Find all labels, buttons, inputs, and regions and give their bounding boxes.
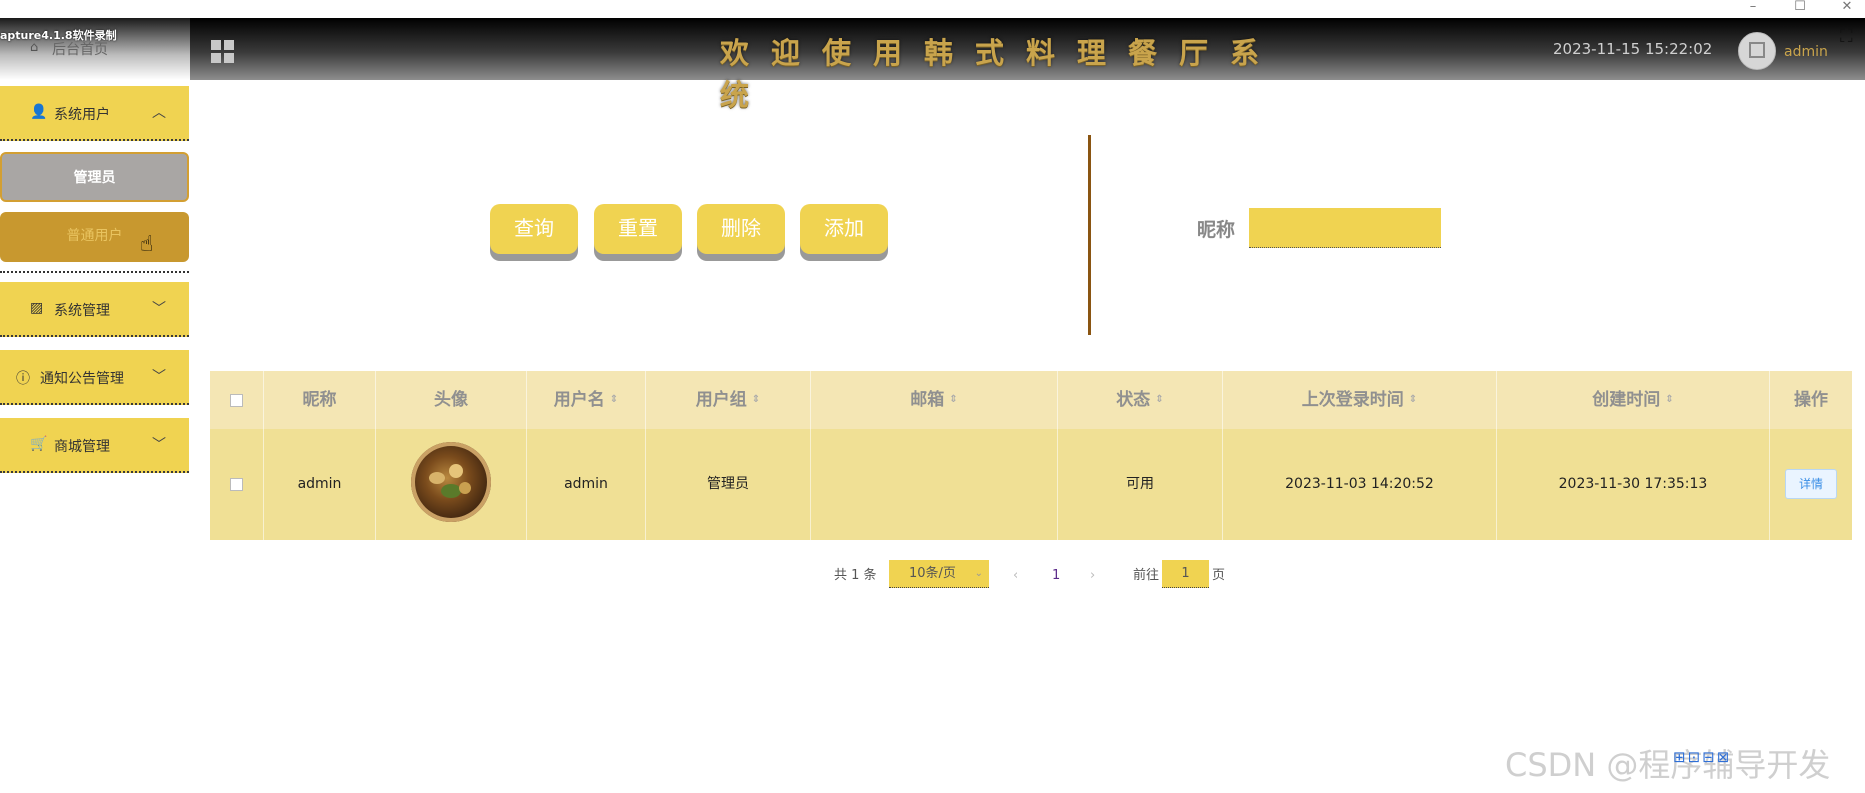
chevron-down-icon: ﹀ xyxy=(152,437,166,453)
cell-status: 可用 xyxy=(1058,429,1223,540)
cart-icon: 🛒 xyxy=(30,436,48,452)
header-created[interactable]: 创建时间 ⇕ xyxy=(1497,371,1770,429)
reset-button[interactable]: 重置 xyxy=(594,204,682,254)
sidebar: 👤 系统用户 ︿ 管理员 普通用户 ▨ 系统管理 ﹀ ⓘ 通知公告管理 ﹀ 🛒 … xyxy=(0,80,190,793)
header-username[interactable]: 用户名 ⇕ xyxy=(527,371,646,429)
header-datetime: 2023-11-15 15:22:02 xyxy=(1553,40,1713,58)
header-avatar: 头像 xyxy=(376,371,527,429)
avatar xyxy=(411,442,491,522)
sidebar-group-system-users[interactable]: 👤 系统用户 ︿ xyxy=(0,86,189,141)
fullscreen-icon[interactable]: ⛶ xyxy=(1840,26,1853,47)
goto-prefix: 前往 xyxy=(1133,568,1160,583)
header-username[interactable]: admin xyxy=(1784,44,1828,60)
sidebar-group-label: 商城管理 xyxy=(54,439,110,455)
minimize-icon[interactable]: – xyxy=(1741,0,1765,18)
sidebar-group-label: 通知公告管理 xyxy=(40,371,124,387)
header-actions: 操作 xyxy=(1794,390,1828,410)
hand-cursor-icon: ☝ xyxy=(140,232,154,257)
goto-page-input[interactable]: 1 xyxy=(1162,560,1209,588)
page-size-select[interactable]: 10条/页 ⌄ xyxy=(889,560,989,588)
sidebar-group-shop-management[interactable]: 🛒 商城管理 ﹀ xyxy=(0,418,189,473)
header-group[interactable]: 用户组 ⇕ xyxy=(646,371,811,429)
delete-button[interactable]: 删除 xyxy=(697,204,785,254)
header-nickname: 昵称 xyxy=(264,371,376,429)
sidebar-group-notice-management[interactable]: ⓘ 通知公告管理 ﹀ xyxy=(0,350,189,405)
pagination-total: 共 1 条 xyxy=(834,568,877,583)
add-button[interactable]: 添加 xyxy=(800,204,888,254)
divider xyxy=(0,271,189,273)
page-title: 欢迎使用韩式料理餐厅系统 xyxy=(720,36,1282,112)
header-email[interactable]: 邮箱 ⇕ xyxy=(811,371,1058,429)
image-icon xyxy=(1749,42,1765,58)
sort-icon[interactable]: ⇕ xyxy=(1155,394,1163,405)
close-icon[interactable]: ✕ xyxy=(1835,0,1859,18)
nickname-search-input[interactable] xyxy=(1249,208,1441,248)
info-icon: ⓘ xyxy=(16,371,30,387)
chevron-down-icon: ⌄ xyxy=(974,568,983,579)
cell-group: 管理员 xyxy=(646,429,811,540)
sort-icon[interactable]: ⇕ xyxy=(1409,394,1417,405)
chevron-up-icon: ︿ xyxy=(152,105,166,121)
sidebar-item-admin[interactable]: 管理员 xyxy=(0,152,189,202)
image-icon: ▨ xyxy=(30,300,44,316)
goto-suffix: 页 xyxy=(1212,568,1226,583)
sort-icon[interactable]: ⇕ xyxy=(1665,394,1673,405)
query-button[interactable]: 查询 xyxy=(490,204,578,254)
menu-grid-icon[interactable] xyxy=(211,40,235,64)
prev-page-icon[interactable]: ‹ xyxy=(1013,563,1018,589)
row-checkbox[interactable] xyxy=(230,477,243,491)
cell-email xyxy=(811,429,1058,540)
recorder-label: apture4.1.8软件录制 xyxy=(0,29,117,42)
cell-last-login: 2023-11-03 14:20:52 xyxy=(1223,429,1497,540)
vertical-divider xyxy=(1088,135,1091,335)
select-all-cell xyxy=(210,371,264,429)
window-titlebar: – ☐ ✕ xyxy=(0,0,1865,18)
header-last-login[interactable]: 上次登录时间 ⇕ xyxy=(1223,371,1497,429)
sort-icon[interactable]: ⇕ xyxy=(752,394,760,405)
row-select-cell xyxy=(210,429,264,540)
header-status[interactable]: 状态 ⇕ xyxy=(1058,371,1223,429)
page-size-value: 10条/页 xyxy=(909,566,956,581)
sort-icon[interactable]: ⇕ xyxy=(949,394,957,405)
chevron-down-icon: ﹀ xyxy=(152,301,166,317)
sidebar-group-system-management[interactable]: ▨ 系统管理 ﹀ xyxy=(0,282,189,337)
nickname-label: 昵称 xyxy=(1197,219,1236,241)
cell-nickname: admin xyxy=(264,429,376,540)
maximize-icon[interactable]: ☐ xyxy=(1788,0,1812,18)
table-row: admin admin 管理员 可用 2023-11-03 14:20:52 2… xyxy=(210,429,1852,540)
next-page-icon[interactable]: › xyxy=(1090,563,1095,589)
sidebar-item-normal-user[interactable]: 普通用户 xyxy=(0,212,189,262)
watermark: CSDN @程序辅导开发 xyxy=(1505,746,1831,784)
select-all-checkbox[interactable] xyxy=(230,393,243,407)
page-number-current[interactable]: 1 xyxy=(1052,563,1060,589)
system-tray-icons: ⊞⊡⊟⊠ xyxy=(1673,748,1732,766)
detail-button[interactable]: 详情 xyxy=(1785,469,1837,499)
user-avatar[interactable] xyxy=(1738,32,1776,70)
sidebar-group-label: 系统管理 xyxy=(54,303,110,319)
sidebar-group-label: 系统用户 xyxy=(54,107,110,123)
table-header: 昵称 头像 用户名 ⇕ 用户组 ⇕ 邮箱 ⇕ 状态 ⇕ 上次登录时间 ⇕ 创建时间 ⇕ 操作 xyxy=(210,371,1852,429)
chevron-down-icon: ﹀ xyxy=(152,369,166,385)
sort-icon[interactable]: ⇕ xyxy=(610,394,618,405)
cell-username: admin xyxy=(527,429,646,540)
cell-actions: 详情 xyxy=(1770,429,1852,540)
user-icon: 👤 xyxy=(30,104,48,120)
cell-created: 2023-11-30 17:35:13 xyxy=(1497,429,1770,540)
